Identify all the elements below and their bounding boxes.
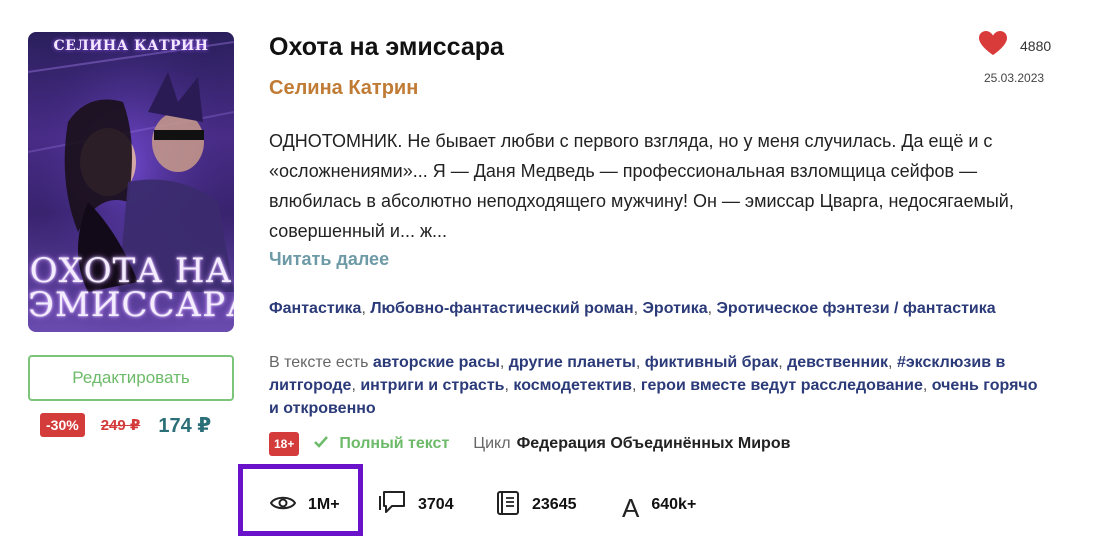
genre-list: Фантастика, Любовно-фантастический роман… [269,300,996,317]
new-price: 174 ₽ [158,414,212,437]
pages-count: 23645 [532,496,577,513]
series-link[interactable]: Федерация Объединённых Миров [517,435,791,453]
likes-count: 4880 [1020,37,1052,54]
tags-intro: В тексте есть [269,354,369,371]
comments-stat[interactable]: 3704 [378,490,454,520]
cover-title-text: ОХОТА НА ЭМИССАРА [28,254,234,322]
tag-link[interactable]: космодетектив [513,377,632,394]
views-count: 1M+ [308,496,340,513]
views-stat: 1M+ [269,490,340,520]
price-row: -30% 249 ₽ 174 ₽ [40,411,211,439]
read-more-link[interactable]: Читать далее [269,249,389,270]
cover-title-line1: ОХОТА НА [29,251,233,291]
chars-stat: A 640k+ [622,490,697,523]
genre-link[interactable]: Фантастика [269,300,361,317]
status-row: 18+ Полный текст Цикл Федерация Объединё… [269,430,790,458]
cover-author-text: СЕЛИНА КАТРИН [53,38,209,54]
eye-icon [269,494,297,517]
genre-link[interactable]: Любовно-фантастический роман [370,300,633,317]
edit-button[interactable]: Редактировать [28,355,234,401]
age-rating-badge: 18+ [269,432,300,456]
comments-count: 3704 [418,496,454,513]
book-title[interactable]: Охота на эмиссара [269,33,504,62]
cover-title-line2: ЭМИССАРА [28,285,234,325]
pages-stat: 23645 [496,490,577,520]
old-price: 249 ₽ [100,417,141,434]
discount-badge: -30% [40,413,85,437]
tag-link[interactable]: фиктивный брак [645,354,779,371]
likes: 4880 [978,30,1051,61]
author-link[interactable]: Селина Катрин [269,77,418,100]
full-text-status: Полный текст [339,435,450,452]
book-description: ОДНОТОМНИК. Не бывает любви с первого вз… [269,131,1014,241]
chars-count: 640k+ [651,496,697,513]
tag-link[interactable]: герои вместе ведут расследование [641,377,923,394]
check-icon [313,435,329,454]
book-cover[interactable]: СЕЛИНА КАТРИН ОХОТА НА ЭМИССАРА [28,32,234,332]
tag-link[interactable]: девственник [787,354,888,371]
tag-link[interactable]: интриги и страсть [360,377,504,394]
heart-icon[interactable] [978,30,1008,61]
tag-link[interactable]: другие планеты [509,354,636,371]
tag-link[interactable]: авторские расы [373,354,500,371]
publish-date: 25.03.2023 [984,71,1045,85]
comment-icon [378,490,406,521]
genre-link[interactable]: Эротика [643,300,708,317]
genre-link[interactable]: Эротическое фэнтези / фантастика [717,300,996,317]
tag-list: В тексте есть авторские расы, другие пла… [269,354,1038,417]
characters-icon: A [622,493,640,523]
book-pages-icon [496,490,520,521]
series-label: Цикл [473,435,511,452]
